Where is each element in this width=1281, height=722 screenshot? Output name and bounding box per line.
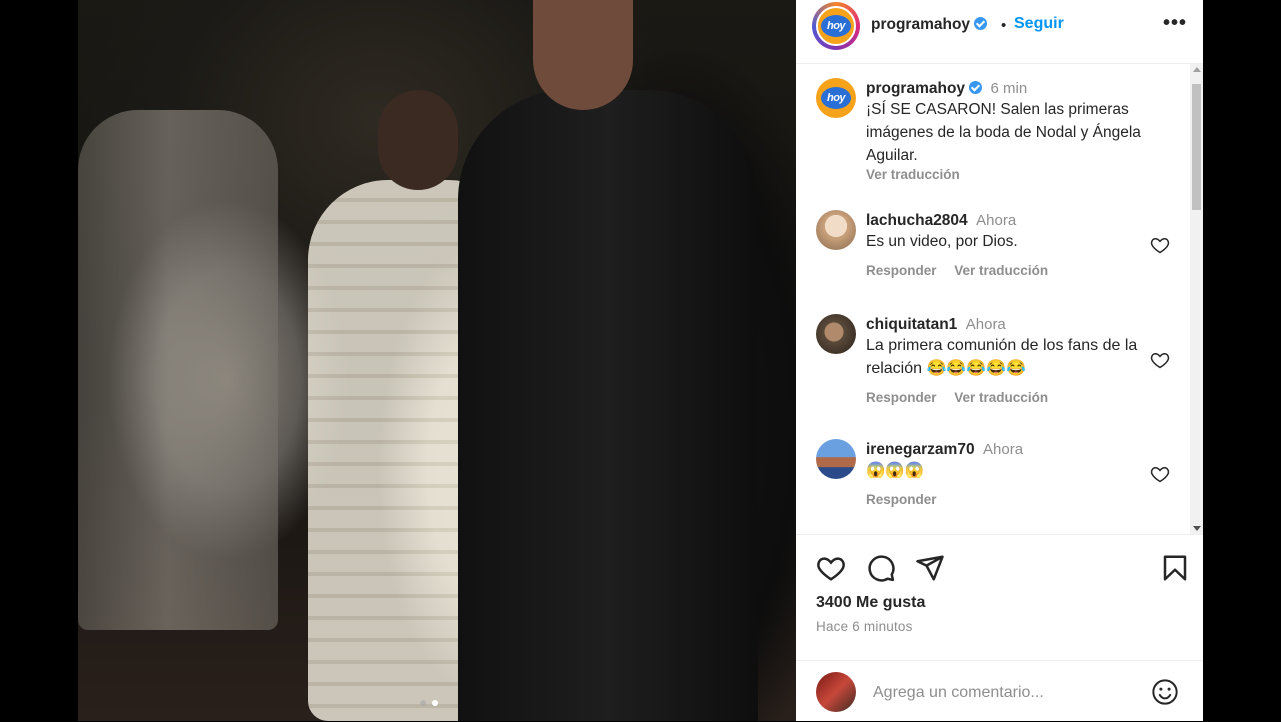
comment-actions: Responder Ver traducción bbox=[866, 390, 1156, 405]
heart-icon[interactable] bbox=[816, 553, 846, 583]
scroll-thumb[interactable] bbox=[1192, 84, 1201, 210]
caption: programahoy 6 min ¡SÍ SE CASARON! Salen … bbox=[866, 80, 1156, 182]
translate-link[interactable]: Ver traducción bbox=[954, 263, 1048, 278]
comment-time[interactable]: Ahora bbox=[966, 316, 1006, 333]
hoy-logo-text: hoy bbox=[821, 15, 851, 37]
caption-translate-link[interactable]: Ver traducción bbox=[866, 167, 1156, 182]
comment-icon[interactable] bbox=[866, 553, 896, 583]
hoy-logo: hoy bbox=[816, 6, 856, 46]
comment-username[interactable]: lachucha2804 bbox=[866, 212, 968, 229]
like-comment-heart-icon[interactable] bbox=[1150, 464, 1170, 484]
caption-avatar[interactable]: hoy bbox=[816, 78, 856, 118]
comment-text: Es un video, por Dios. bbox=[866, 233, 1018, 250]
current-user-avatar[interactable] bbox=[816, 672, 856, 712]
like-comment-heart-icon[interactable] bbox=[1150, 235, 1170, 255]
comment-avatar[interactable] bbox=[816, 210, 856, 250]
author-avatar[interactable]: hoy bbox=[812, 2, 860, 50]
caption-text: ¡SÍ SE CASARON! Salen las primeras imáge… bbox=[866, 101, 1141, 164]
scroll-up-arrow-icon[interactable] bbox=[1193, 67, 1201, 72]
comment: lachucha2804 Ahora Es un video, por Dios… bbox=[866, 212, 1156, 278]
reply-button[interactable]: Responder bbox=[866, 492, 937, 507]
comment-avatar[interactable] bbox=[816, 314, 856, 354]
translate-link[interactable]: Ver traducción bbox=[954, 390, 1048, 405]
reply-button[interactable]: Responder bbox=[866, 263, 937, 278]
comment: chiquitatan1 Ahora La primera comunión d… bbox=[866, 316, 1156, 405]
author-username-wrap[interactable]: programahoy bbox=[871, 16, 988, 34]
verified-badge-icon bbox=[969, 81, 983, 94]
comment-input[interactable] bbox=[871, 679, 1145, 707]
verified-badge-icon bbox=[974, 17, 988, 30]
hoy-logo-text: hoy bbox=[821, 87, 851, 109]
likes-count[interactable]: 3400 Me gusta bbox=[816, 594, 925, 612]
follow-button[interactable]: Seguir bbox=[1014, 15, 1064, 33]
add-comment-bar bbox=[796, 660, 1203, 722]
comments-scrollbar[interactable] bbox=[1190, 64, 1203, 534]
bookmark-icon[interactable] bbox=[1160, 553, 1190, 583]
reply-button[interactable]: Responder bbox=[866, 390, 937, 405]
post-media[interactable] bbox=[78, 0, 796, 721]
comment-username[interactable]: chiquitatan1 bbox=[866, 316, 957, 333]
photo-bride-head bbox=[378, 90, 458, 190]
comment-time[interactable]: Ahora bbox=[976, 212, 1016, 229]
comment-text: La primera comunión de los fans de la re… bbox=[866, 337, 1138, 377]
post-timestamp[interactable]: Hace 6 minutos bbox=[816, 619, 913, 634]
caption-username[interactable]: programahoy bbox=[866, 80, 965, 97]
comment-username[interactable]: irenegarzam70 bbox=[866, 441, 975, 458]
comment: irenegarzam70 Ahora 😱😱😱 Responder bbox=[866, 441, 1156, 507]
comment-text: 😱😱😱 bbox=[866, 462, 924, 479]
smiley-icon[interactable] bbox=[1151, 678, 1179, 706]
comment-actions: Responder Ver traducción bbox=[866, 263, 1156, 278]
comment-time[interactable]: Ahora bbox=[983, 441, 1023, 458]
post-header: hoy programahoy • Seguir ••• bbox=[796, 0, 1203, 64]
carousel-indicator bbox=[420, 700, 438, 706]
photo-man-head bbox=[533, 0, 633, 110]
caption-time[interactable]: 6 min bbox=[991, 80, 1028, 97]
comment-actions: Responder bbox=[866, 492, 1156, 507]
like-comment-heart-icon[interactable] bbox=[1150, 350, 1170, 370]
comments-list[interactable]: hoy programahoy 6 min ¡SÍ SE CASARON! Sa… bbox=[796, 64, 1190, 534]
carousel-dot-active[interactable] bbox=[432, 700, 438, 706]
post-panel: hoy programahoy • Seguir ••• hoy program… bbox=[796, 0, 1203, 721]
more-options-icon[interactable]: ••• bbox=[1163, 12, 1187, 35]
share-icon[interactable] bbox=[915, 553, 945, 583]
carousel-dot[interactable] bbox=[420, 700, 426, 706]
header-separator: • bbox=[1001, 17, 1007, 34]
scroll-down-arrow-icon[interactable] bbox=[1193, 526, 1201, 531]
photo-man-suit bbox=[458, 90, 758, 721]
photo-person-left bbox=[78, 110, 278, 630]
hoy-logo: hoy bbox=[816, 78, 856, 118]
comment-avatar[interactable] bbox=[816, 439, 856, 479]
author-username[interactable]: programahoy bbox=[871, 16, 970, 33]
post-action-bar bbox=[796, 534, 1203, 595]
